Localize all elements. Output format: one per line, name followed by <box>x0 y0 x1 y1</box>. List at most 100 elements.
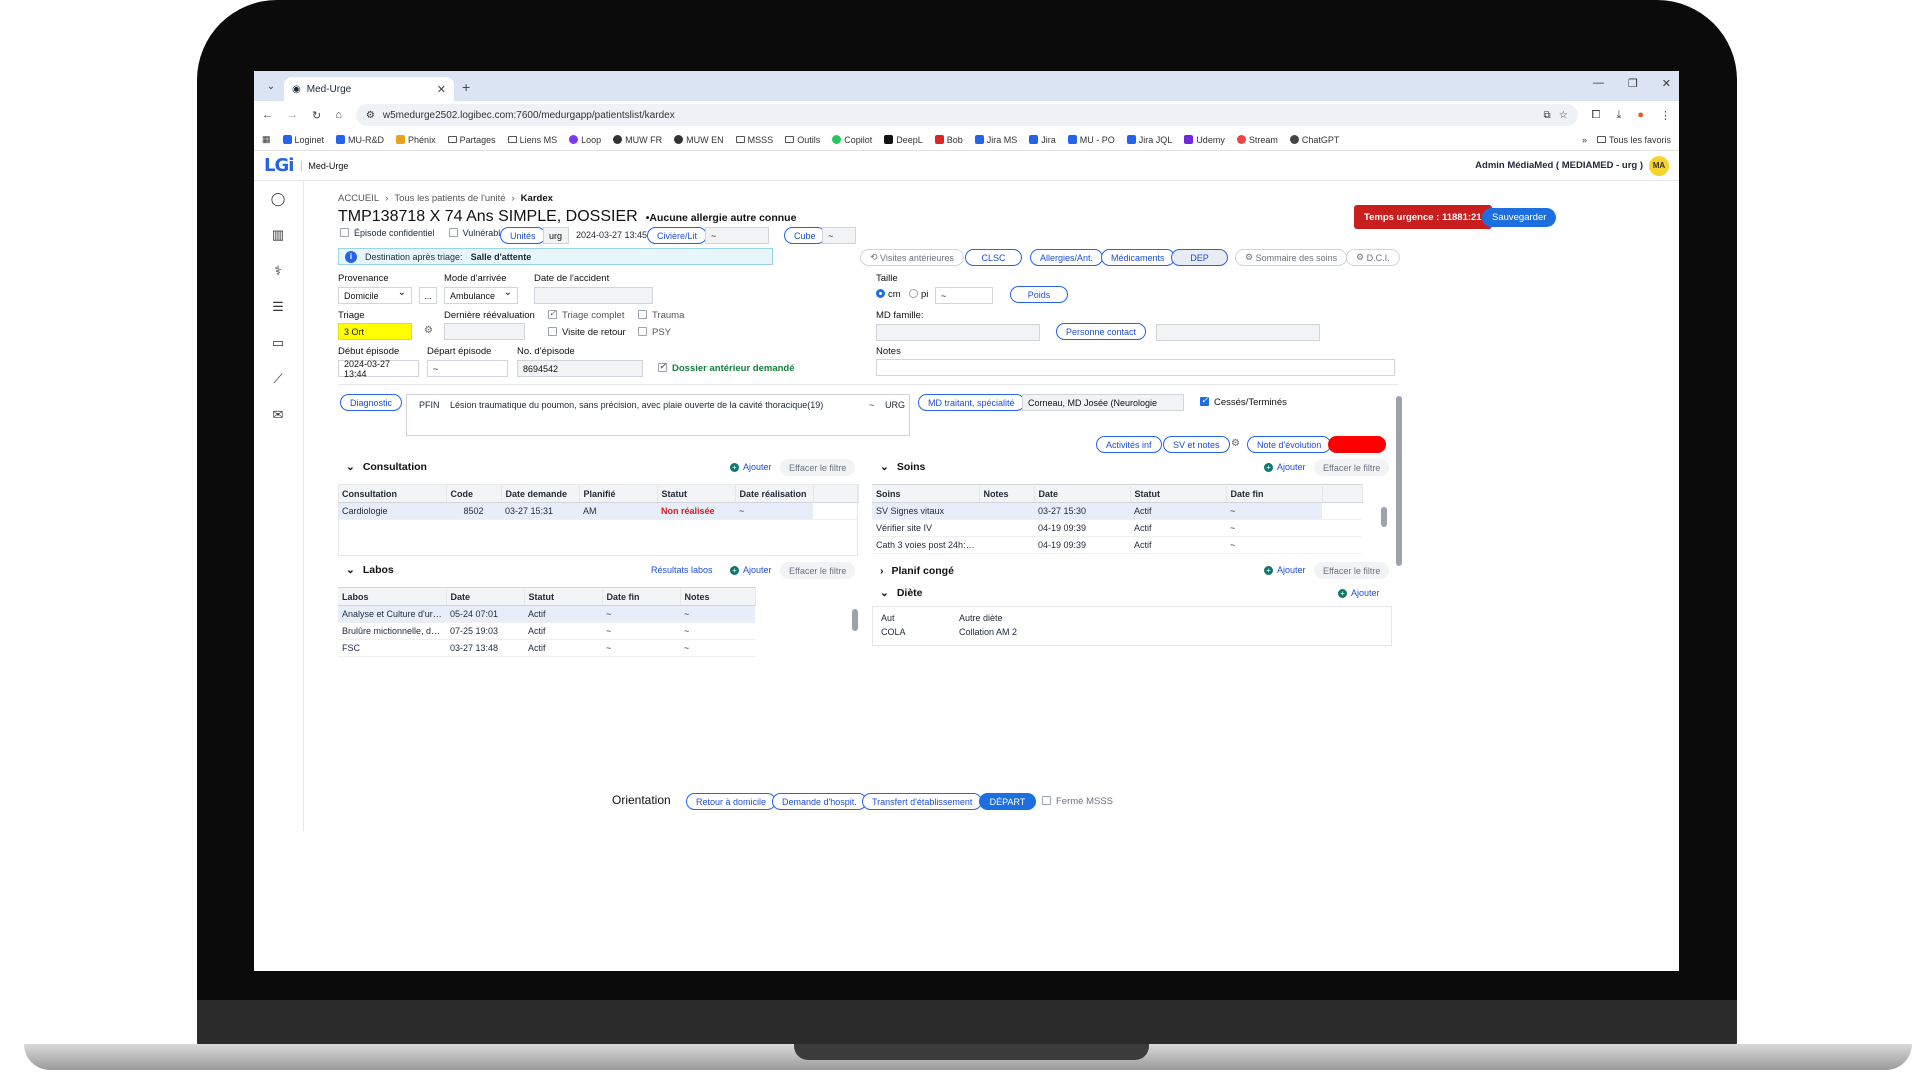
demande-hospit-button[interactable]: Demande d'hospit. <box>772 793 867 810</box>
bookmark[interactable]: Phénix <box>396 135 436 145</box>
column-header[interactable]: Notes <box>979 484 1035 503</box>
activity-settings-icon[interactable]: ⚙ <box>1231 438 1240 449</box>
cesses-checkbox[interactable]: Cessés/Terminés <box>1200 395 1287 408</box>
breadcrumb-home[interactable]: ACCUEIL <box>338 193 379 204</box>
table-row[interactable]: Brulûre mictionnelle, dys... 07-25 19:03 A… <box>338 622 755 640</box>
debut-field[interactable]: 2024-03-27 13:44 <box>338 359 419 379</box>
cube-field[interactable]: ~ <box>822 227 856 244</box>
labos-add-button[interactable]: + Ajouter <box>730 565 772 575</box>
sommaire-button[interactable]: ⚙ Sommaire des soins <box>1235 249 1348 266</box>
planif-clear-filter-button[interactable]: Effacer le filtre <box>1314 562 1390 579</box>
bookmark[interactable]: MUW FR <box>613 135 662 145</box>
table-row[interactable]: FSC 03-27 13:48 Actif ~ ~ <box>338 639 755 657</box>
table-row[interactable]: SV Signes vitaux 03-27 15:30 Actif ~ <box>872 502 1362 520</box>
units-button[interactable]: Unités <box>500 227 546 244</box>
save-button[interactable]: Sauvegarder <box>1482 208 1557 227</box>
soins-header[interactable]: ⌄ Soins <box>880 461 925 473</box>
civiere-button[interactable]: Civière/Lit <box>647 227 708 244</box>
column-header[interactable]: Date <box>446 587 525 606</box>
bookmark[interactable]: Partages <box>447 135 496 145</box>
star-icon[interactable]: ☆ <box>1559 110 1568 121</box>
retour-domicile-button[interactable]: Retour à domicile <box>686 793 777 810</box>
list-icon[interactable]: ☰ <box>270 299 286 315</box>
taille-field[interactable]: ~ <box>935 287 993 304</box>
column-header[interactable]: Soins <box>872 484 980 503</box>
avatar[interactable]: MA <box>1649 155 1669 176</box>
labos-header[interactable]: ⌄ Labos <box>346 564 394 576</box>
chart-icon[interactable]: ⟋ <box>270 371 286 387</box>
alert-red-button[interactable] <box>1328 436 1386 453</box>
cm-radio[interactable]: cm <box>876 289 901 300</box>
bookmark[interactable]: Loginet <box>282 135 324 145</box>
column-header[interactable]: Date <box>1034 484 1131 503</box>
user-menu[interactable]: Admin MédiaMed ( MEDIAMED - urg ) MA <box>1475 155 1669 176</box>
breadcrumb-patients[interactable]: Tous les patients de l'unité <box>394 193 505 204</box>
pi-radio[interactable]: pi <box>909 289 928 300</box>
dossier-anterieur-checkbox[interactable]: Dossier antérieur demandé <box>658 361 795 374</box>
provenance-select[interactable]: Domicile <box>338 287 412 304</box>
depart-button[interactable]: DÉPART <box>979 793 1036 810</box>
provenance-more-button[interactable]: ... <box>419 287 437 304</box>
bookmark[interactable]: Jira MS <box>974 135 1017 145</box>
user-circle-icon[interactable]: ◯ <box>270 191 286 207</box>
sv-notes-button[interactable]: SV et notes <box>1163 436 1230 453</box>
dep-button[interactable]: DEP <box>1171 249 1228 266</box>
tab-list-icon[interactable]: ⌄ <box>262 77 280 95</box>
all-bookmarks[interactable]: Tous les favoris <box>1596 135 1671 145</box>
bookmark[interactable]: Jira <box>1029 135 1056 145</box>
more-bookmarks-icon[interactable]: » <box>1582 135 1587 145</box>
psy-checkbox[interactable]: PSY <box>638 327 671 338</box>
consultation-add-button[interactable]: + Ajouter <box>730 462 772 472</box>
activites-button[interactable]: Activités inf <box>1096 436 1162 453</box>
planif-add-button[interactable]: + Ajouter <box>1264 565 1306 575</box>
bookmark[interactable]: Bob <box>934 135 963 145</box>
poids-button[interactable]: Poids <box>1010 286 1068 303</box>
bookmark[interactable]: MU-R&D <box>336 135 384 145</box>
note-evolution-button[interactable]: Note d'évolution <box>1247 436 1332 453</box>
clsc-button[interactable]: CLSC <box>965 249 1022 266</box>
forward-icon[interactable]: → <box>287 109 298 121</box>
home-icon[interactable]: ⌂ <box>335 109 342 121</box>
ferme-msss-checkbox[interactable]: Fermé MSSS <box>1042 796 1113 807</box>
depart-field[interactable]: ~ <box>427 360 508 377</box>
consultation-clear-filter-button[interactable]: Effacer le filtre <box>780 459 856 476</box>
scrollbar-thumb[interactable] <box>852 609 858 631</box>
scrollbar-thumb[interactable] <box>1396 396 1402 566</box>
close-window-icon[interactable]: ✕ <box>1662 77 1671 90</box>
minimize-icon[interactable]: — <box>1593 77 1604 90</box>
bookmark[interactable]: MU - PO <box>1067 135 1115 145</box>
column-header[interactable]: Date fin <box>1226 484 1323 503</box>
dci-button[interactable]: ⚙ D.C.I. <box>1346 249 1400 266</box>
bookmark[interactable]: Liens MS <box>507 135 557 145</box>
column-header[interactable]: Labos <box>338 587 447 606</box>
bookmark[interactable]: Stream <box>1236 135 1278 145</box>
column-header[interactable]: Date fin <box>602 587 681 606</box>
table-row[interactable]: Analyse et Culture d'urine 05-24 07:01 Act… <box>338 605 755 623</box>
medicaments-button[interactable]: Médicaments <box>1101 249 1175 266</box>
folder-icon[interactable]: ▭ <box>270 335 286 351</box>
cube-button[interactable]: Cube <box>784 227 826 244</box>
personne-contact-field[interactable] <box>1156 324 1320 341</box>
mail-icon[interactable]: ✉ <box>270 407 286 423</box>
allergies-button[interactable]: Allergies/Ant. <box>1030 249 1104 266</box>
diete-header[interactable]: ⌄ Diète <box>880 587 923 599</box>
install-icon[interactable]: ⧉ <box>1544 110 1551 121</box>
consultation-header[interactable]: ⌄ Consultation <box>346 461 427 473</box>
stethoscope-icon[interactable]: ⚕ <box>270 263 286 279</box>
extensions-icon[interactable]: ⧠ <box>1592 109 1601 122</box>
restore-icon[interactable]: ❐ <box>1628 77 1638 90</box>
triage-complet-checkbox[interactable]: Triage complet <box>548 308 624 321</box>
triage-settings-icon[interactable]: ⚙ <box>424 325 433 336</box>
urgence-timer-button[interactable]: Temps urgence : 11881:21 <box>1354 205 1492 229</box>
column-header[interactable]: Statut <box>1130 484 1227 503</box>
visite-retour-checkbox[interactable]: Visite de retour <box>548 327 626 338</box>
main-scrollbar[interactable] <box>1396 384 1402 654</box>
extension-fox-icon[interactable]: ● <box>1637 109 1644 122</box>
bookmark[interactable]: DeepL <box>884 135 923 145</box>
reeval-field[interactable] <box>444 323 525 340</box>
labos-scrollbar[interactable] <box>852 601 858 651</box>
bookmark[interactable]: Outils <box>785 135 820 145</box>
diete-add-button[interactable]: + Ajouter <box>1338 588 1380 598</box>
mode-select[interactable]: Ambulance <box>444 287 518 304</box>
reload-icon[interactable]: ↻ <box>312 109 321 122</box>
